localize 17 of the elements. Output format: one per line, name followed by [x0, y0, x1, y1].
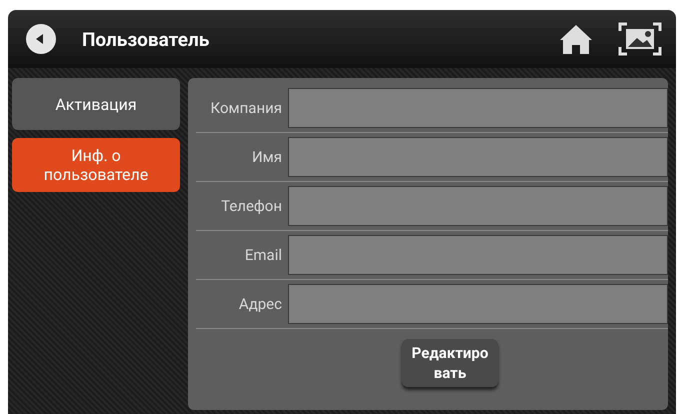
sidebar-tab[interactable]: Активация: [12, 78, 180, 130]
sidebar-tab[interactable]: Инф. о пользователе: [12, 138, 180, 192]
input-field[interactable]: [288, 137, 668, 177]
field-label: Компания: [210, 99, 283, 117]
field-label: Телефон: [220, 197, 283, 215]
edit-button[interactable]: Редактиро вать: [402, 339, 498, 387]
field-label: Адрес: [238, 295, 283, 313]
field-label: Email: [244, 246, 283, 264]
input-field[interactable]: [288, 186, 668, 226]
back-button[interactable]: [26, 24, 56, 54]
screenshot-icon[interactable]: [618, 22, 662, 56]
input-field[interactable]: [288, 235, 668, 275]
input-field[interactable]: [288, 88, 668, 128]
home-icon[interactable]: [558, 23, 594, 55]
field-label: Имя: [250, 148, 283, 166]
window-title: Пользователь: [82, 28, 210, 50]
input-field[interactable]: [288, 284, 668, 324]
